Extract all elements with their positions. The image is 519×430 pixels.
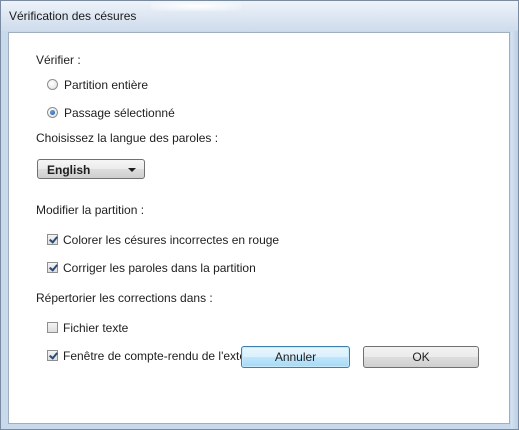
- radio-option-whole-score[interactable]: Partition entière: [47, 77, 227, 93]
- checkbox[interactable]: [47, 234, 58, 245]
- dialog-window: Vérification des césures Vérifier : Part…: [0, 0, 519, 430]
- language-section-label: Choisissez la langue des paroles :: [36, 131, 219, 145]
- title-bar-glow: [151, 1, 241, 11]
- cancel-button[interactable]: Annuler: [241, 346, 350, 368]
- checkbox-option-color-hyphens[interactable]: Colorer les césures incorrectes en rouge: [47, 232, 307, 248]
- radio-label: Partition entière: [64, 78, 149, 92]
- chevron-down-icon: [128, 168, 136, 172]
- radio-label: Passage sélectionné: [64, 106, 175, 120]
- checkbox-option-fix-lyrics[interactable]: Corriger les paroles dans la partition: [47, 260, 307, 276]
- verify-section-label: Vérifier :: [36, 53, 81, 67]
- window-frame-right: [511, 31, 518, 429]
- radio-button[interactable]: [47, 107, 58, 118]
- modify-section-label: Modifier la partition :: [36, 203, 145, 217]
- checkbox[interactable]: [47, 350, 58, 361]
- checkbox-label: Corriger les paroles dans la partition: [63, 261, 256, 275]
- checkbox-label: Colorer les césures incorrectes en rouge: [63, 233, 280, 247]
- radio-option-selected-passage[interactable]: Passage sélectionné: [47, 105, 227, 121]
- title-bar[interactable]: Vérification des césures: [1, 1, 518, 31]
- checkbox-option-text-file[interactable]: Fichier texte: [47, 320, 307, 336]
- language-dropdown[interactable]: English: [37, 159, 145, 179]
- report-section-label: Répertorier les corrections dans :: [36, 291, 213, 305]
- checkbox[interactable]: [47, 262, 58, 273]
- window-title: Vérification des césures: [9, 9, 137, 23]
- radio-button[interactable]: [47, 79, 58, 90]
- language-dropdown-value: English: [47, 163, 91, 177]
- checkbox[interactable]: [47, 322, 58, 333]
- ok-button[interactable]: OK: [363, 346, 479, 368]
- checkbox-label: Fichier texte: [63, 321, 129, 335]
